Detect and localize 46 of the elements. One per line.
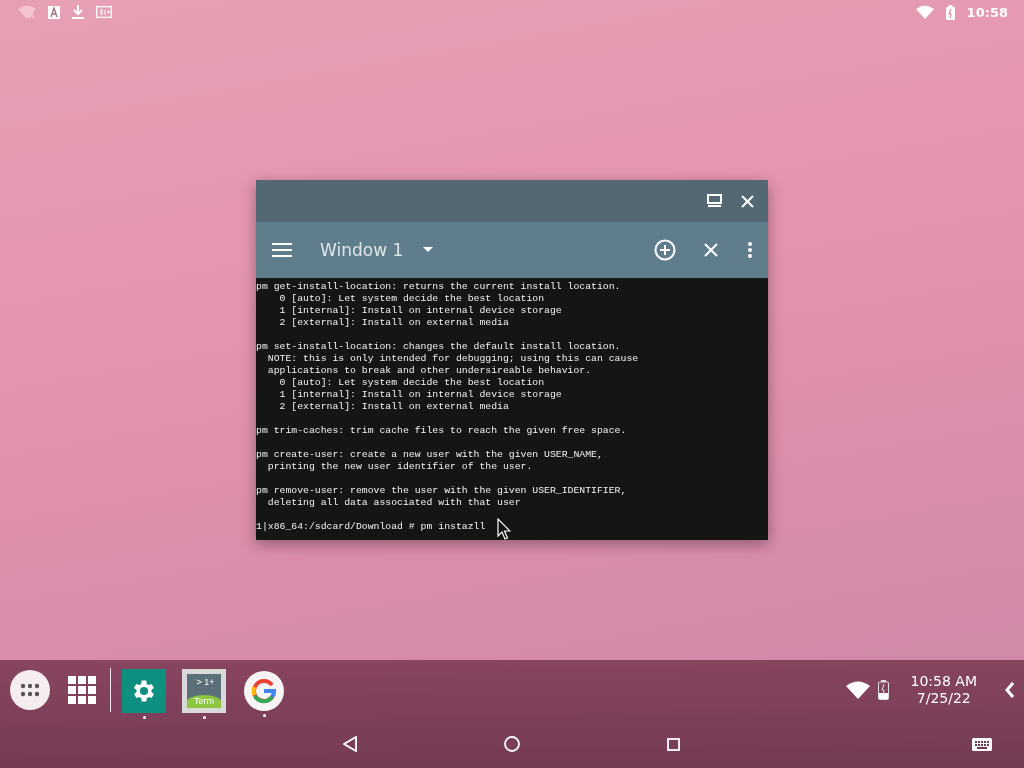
back-icon[interactable] — [343, 736, 357, 752]
terminal-line: 2 [external]: Install on external media — [278, 317, 509, 329]
close-icon[interactable] — [704, 243, 718, 257]
terminal-line: 1|x86_64:/sdcard/Download # pm instazll — [256, 521, 486, 533]
download-icon — [72, 5, 84, 19]
logo — [251, 677, 277, 704]
terminal-line: pm create-user: create a new user with the given USER_NAME, — [256, 449, 603, 461]
clock[interactable]: 10:58 AM 7/25/22 — [910, 673, 977, 707]
terminal-line: applications to break and other undersireable behavior. — [266, 365, 592, 377]
terminal-app-icon[interactable]: > 1+ Term — [182, 668, 226, 713]
recents-icon[interactable] — [667, 737, 680, 751]
wifi-icon[interactable] — [845, 681, 870, 699]
more-options-icon[interactable] — [748, 242, 752, 258]
dropdown-caret-icon[interactable] — [423, 247, 434, 253]
battery-icon — [945, 4, 955, 20]
terminal-line: NOTE: this is only intended for debugging; using this can cause — [266, 353, 639, 365]
battery-icon[interactable] — [877, 680, 889, 700]
terminal-line: 1 [internal]: Install on internal device storage — [278, 389, 562, 401]
wifi-icon — [915, 5, 934, 19]
terminal-line: printing the new user identifier of the user. — [266, 461, 533, 473]
menu-icon[interactable] — [272, 243, 292, 257]
minimize-window-icon[interactable] — [707, 194, 723, 208]
terminal-line: 0 [auto]: Let system decide the best location — [278, 377, 545, 389]
font-icon — [48, 5, 60, 19]
grid-icon[interactable] — [68, 676, 96, 704]
settings-app-icon[interactable] — [122, 668, 166, 713]
add-window-icon[interactable] — [654, 239, 676, 261]
close-icon[interactable] — [741, 194, 754, 208]
terminal-line: pm remove-user: remove the user with the given USER_IDENTIFIER, — [256, 485, 627, 497]
terminal-line: 2 [external]: Install on external media — [278, 401, 509, 413]
google-app-icon[interactable] — [244, 670, 284, 711]
home-icon[interactable] — [504, 736, 520, 752]
terminal-line: 0 [auto]: Let system decide the best location — [278, 293, 545, 305]
keyboard-icon[interactable] — [972, 737, 992, 751]
app-drawer-button[interactable] — [10, 670, 50, 710]
status-time: 10:58 — [966, 4, 1008, 20]
terminal-line: pm get-install-location: returns the current install location. — [256, 281, 621, 293]
terminal-line: deleting all data associated with that user — [266, 497, 521, 509]
window-title[interactable]: Window 1 — [320, 240, 404, 260]
chevron-left-icon[interactable] — [1005, 682, 1014, 698]
terminal-line: pm trim-caches: trim cache files to reach the given free space. — [256, 425, 627, 437]
wifi-off-icon — [18, 5, 36, 19]
terminal-line: pm set-install-location: changes the default install location. — [256, 341, 621, 353]
screen-icon — [96, 6, 112, 18]
terminal-line: 1 [internal]: Install on internal device storage — [278, 305, 562, 317]
dots-icon — [20, 683, 40, 697]
